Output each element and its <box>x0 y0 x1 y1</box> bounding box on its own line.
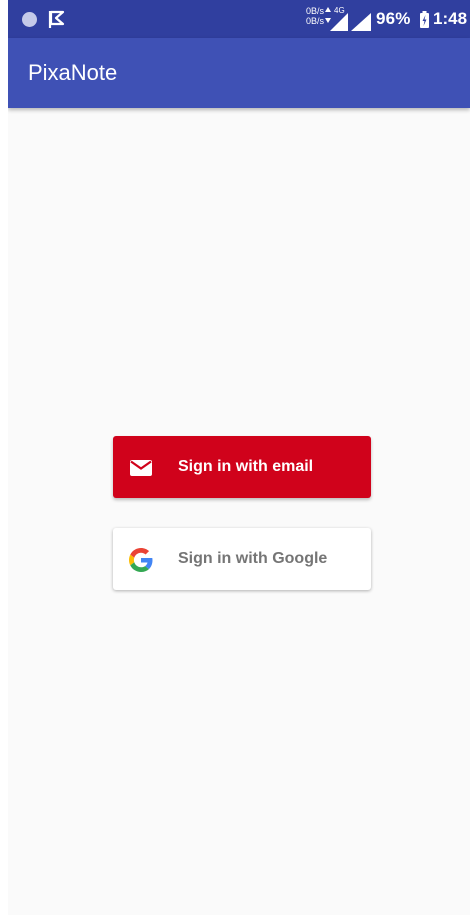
app-title: PixaNote <box>28 60 118 85</box>
app-screen: 0B/s 0B/s 4G 96% 1:48 PixaNote Sign in w… <box>8 0 470 915</box>
battery-charging-icon <box>420 11 429 28</box>
notification-dot-icon <box>22 12 37 27</box>
sign-in-google-button[interactable]: Sign in with Google <box>113 528 371 590</box>
network-speed: 0B/s 0B/s <box>296 6 324 26</box>
sign-in-google-label: Sign in with Google <box>178 550 328 567</box>
signal-icon <box>330 13 348 31</box>
flag-icon <box>48 10 65 28</box>
clock: 1:48 <box>433 9 468 28</box>
battery-percent: 96% <box>376 9 411 28</box>
sign-in-email-label: Sign in with email <box>178 458 314 475</box>
network-speed-down: 0B/s <box>305 16 324 26</box>
signal-icon <box>351 13 371 31</box>
mail-icon <box>130 460 152 476</box>
status-bar: 0B/s 0B/s 4G 96% 1:48 <box>8 0 470 38</box>
sign-in-email-button[interactable]: Sign in with email <box>113 436 371 498</box>
app-bar: PixaNote <box>8 38 470 108</box>
google-g-icon <box>129 548 153 572</box>
network-speed-up: 0B/s <box>305 6 324 16</box>
